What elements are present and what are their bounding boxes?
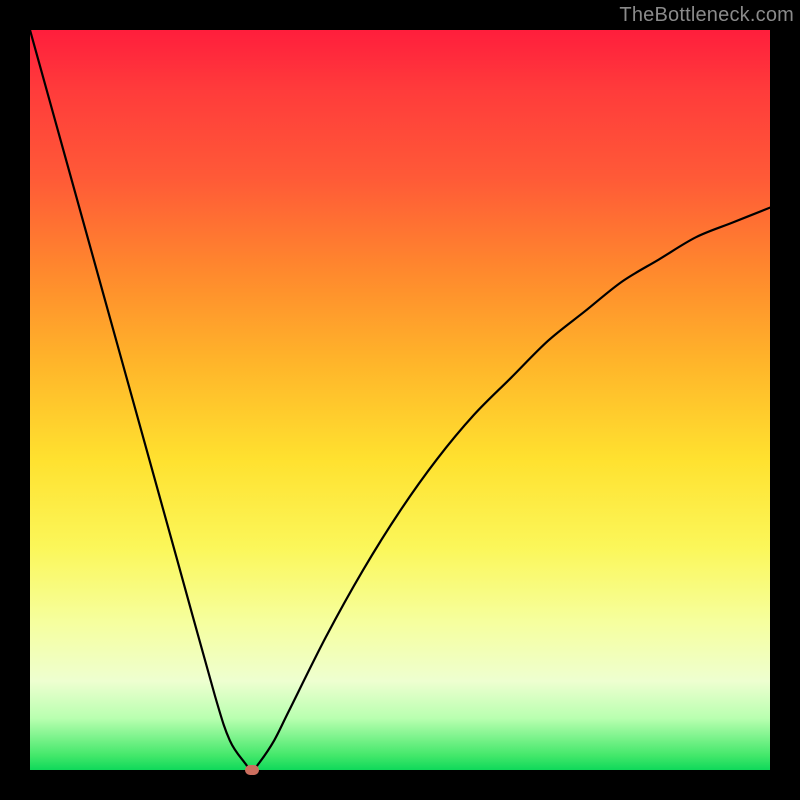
bottleneck-curve [30,30,770,770]
watermark-text: TheBottleneck.com [619,4,794,27]
minimum-marker [245,765,259,775]
curve-svg [30,30,770,770]
plot-area [30,30,770,770]
chart-frame: TheBottleneck.com [0,0,800,800]
